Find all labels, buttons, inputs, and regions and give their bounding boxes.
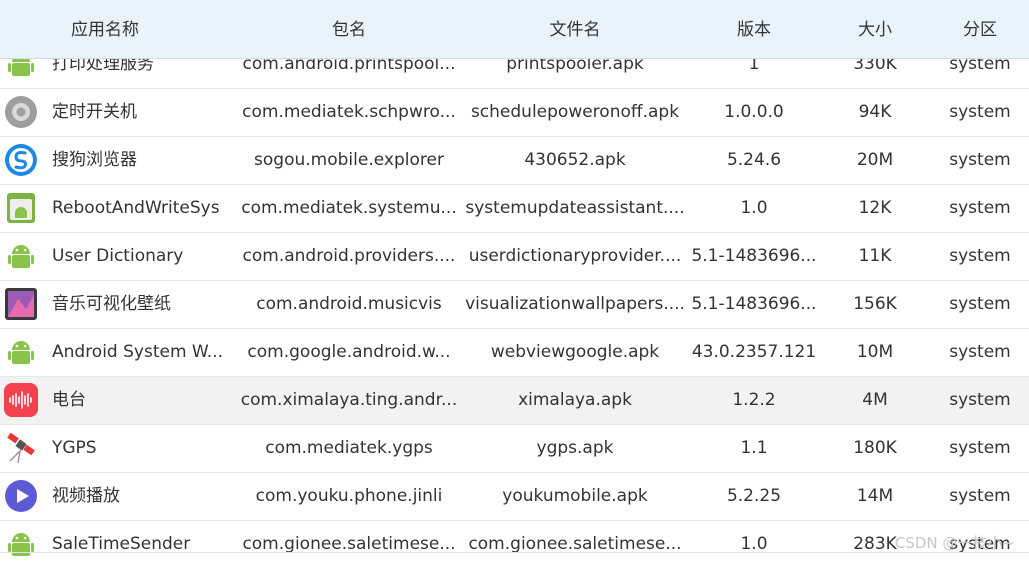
package-name: com.youku.phone.jinli [255, 486, 443, 506]
app-name: SaleTimeSender [52, 534, 191, 554]
partition: system [949, 342, 1011, 362]
file-name: com.gionee.saletimese... [468, 534, 682, 554]
app-name: Android System W... [52, 342, 223, 362]
size: 10M [856, 342, 894, 362]
table-row[interactable]: 搜狗浏览器 sogou.mobile.explorer 430652.apk 5… [0, 137, 1029, 185]
file-name: ximalaya.apk [518, 390, 632, 410]
radio-waveform-icon [4, 383, 38, 417]
table-header: 应用名称 包名 文件名 版本 大小 分区 [0, 0, 1029, 59]
play-icon [5, 480, 37, 512]
partition: system [949, 246, 1011, 266]
column-header-file[interactable]: 文件名 [462, 0, 688, 58]
table-row[interactable]: Android System W... com.google.android.w… [0, 329, 1029, 377]
version: 1.0 [740, 198, 768, 218]
file-name: webviewgoogle.apk [490, 342, 660, 362]
size: 180K [853, 438, 897, 458]
app-name: 搜狗浏览器 [52, 150, 137, 170]
size: 11K [858, 246, 892, 266]
size: 94K [858, 102, 892, 122]
partition: system [949, 102, 1011, 122]
file-name: youkumobile.apk [502, 486, 648, 506]
column-header-size[interactable]: 大小 [820, 0, 930, 58]
version: 5.24.6 [726, 150, 782, 170]
version: 1.0.0.0 [724, 102, 784, 122]
file-name: systemupdateassistant.... [465, 198, 685, 218]
partition: system [949, 294, 1011, 314]
column-header-version[interactable]: 版本 [690, 0, 818, 58]
package-name: sogou.mobile.explorer [254, 150, 444, 170]
size: 156K [853, 294, 897, 314]
version: 43.0.2357.121 [691, 342, 817, 362]
app-name: 视频播放 [52, 486, 120, 506]
partition: system [949, 438, 1011, 458]
file-name: userdictionaryprovider.... [468, 246, 682, 266]
size: 12K [858, 198, 892, 218]
android-icon [8, 533, 34, 556]
package-name: com.ximalaya.ting.andr... [240, 390, 458, 410]
file-name: 430652.apk [524, 150, 626, 170]
version: 1.1 [740, 438, 768, 458]
version: 5.2.25 [726, 486, 782, 506]
watermark: CSDN @一枝小~ [894, 534, 1015, 552]
size: 14M [856, 486, 894, 506]
column-header-package[interactable]: 包名 [234, 0, 464, 58]
version: 1.2.2 [732, 390, 776, 410]
version: 5.1-1483696... [691, 294, 817, 314]
bottom-border [0, 552, 1029, 553]
table-row[interactable]: YGPS com.mediatek.ygps ygps.apk 1.1 180K… [0, 425, 1029, 473]
app-name: 定时开关机 [52, 102, 137, 122]
table-row[interactable]: SaleTimeSender com.gionee.saletimese... … [0, 521, 1029, 561]
app-name: RebootAndWriteSys [52, 198, 220, 218]
size: 20M [856, 150, 894, 170]
file-name: schedulepoweronoff.apk [470, 102, 680, 122]
package-name: com.gionee.saletimese... [242, 534, 456, 554]
table-row[interactable]: User Dictionary com.android.providers...… [0, 233, 1029, 281]
column-header-app-name[interactable]: 应用名称 [40, 0, 170, 58]
android-icon [8, 341, 34, 364]
app-name: 电台 [52, 390, 86, 410]
android-package-icon [7, 193, 35, 223]
partition: system [949, 390, 1011, 410]
app-name: User Dictionary [52, 246, 184, 266]
android-icon [8, 245, 34, 268]
table-row-selected[interactable]: 电台 com.ximalaya.ting.andr... ximalaya.ap… [0, 377, 1029, 425]
table-row[interactable]: 音乐可视化壁纸 com.android.musicvis visualizati… [0, 281, 1029, 329]
package-name: com.mediatek.ygps [265, 438, 433, 458]
file-name: ygps.apk [536, 438, 614, 458]
package-name: com.mediatek.schpwro... [242, 102, 456, 122]
package-name: com.google.android.w... [247, 342, 451, 362]
package-name: com.android.providers.... [242, 246, 456, 266]
table-row[interactable]: RebootAndWriteSys com.mediatek.systemu..… [0, 185, 1029, 233]
column-header-partition[interactable]: 分区 [930, 0, 1029, 58]
table-row[interactable]: 定时开关机 com.mediatek.schpwro... schedulepo… [0, 89, 1029, 137]
partition: system [949, 198, 1011, 218]
music-visualizer-icon [5, 288, 37, 320]
app-name: YGPS [52, 438, 97, 458]
version: 5.1-1483696... [691, 246, 817, 266]
file-name: visualizationwallpapers.... [465, 294, 685, 314]
version: 1.0 [740, 534, 768, 554]
partition: system [949, 486, 1011, 506]
table-row[interactable]: 视频播放 com.youku.phone.jinli youkumobile.a… [0, 473, 1029, 521]
app-name: 音乐可视化壁纸 [52, 294, 171, 314]
gear-icon [5, 96, 37, 128]
app-list-table: 打印处理服务 com.android.printspool... printsp… [0, 0, 1029, 561]
partition: system [949, 150, 1011, 170]
satellite-icon [7, 432, 35, 464]
size: 4M [862, 390, 888, 410]
sogou-browser-icon [5, 144, 37, 176]
package-name: com.android.musicvis [256, 294, 442, 314]
package-name: com.mediatek.systemu... [241, 198, 457, 218]
